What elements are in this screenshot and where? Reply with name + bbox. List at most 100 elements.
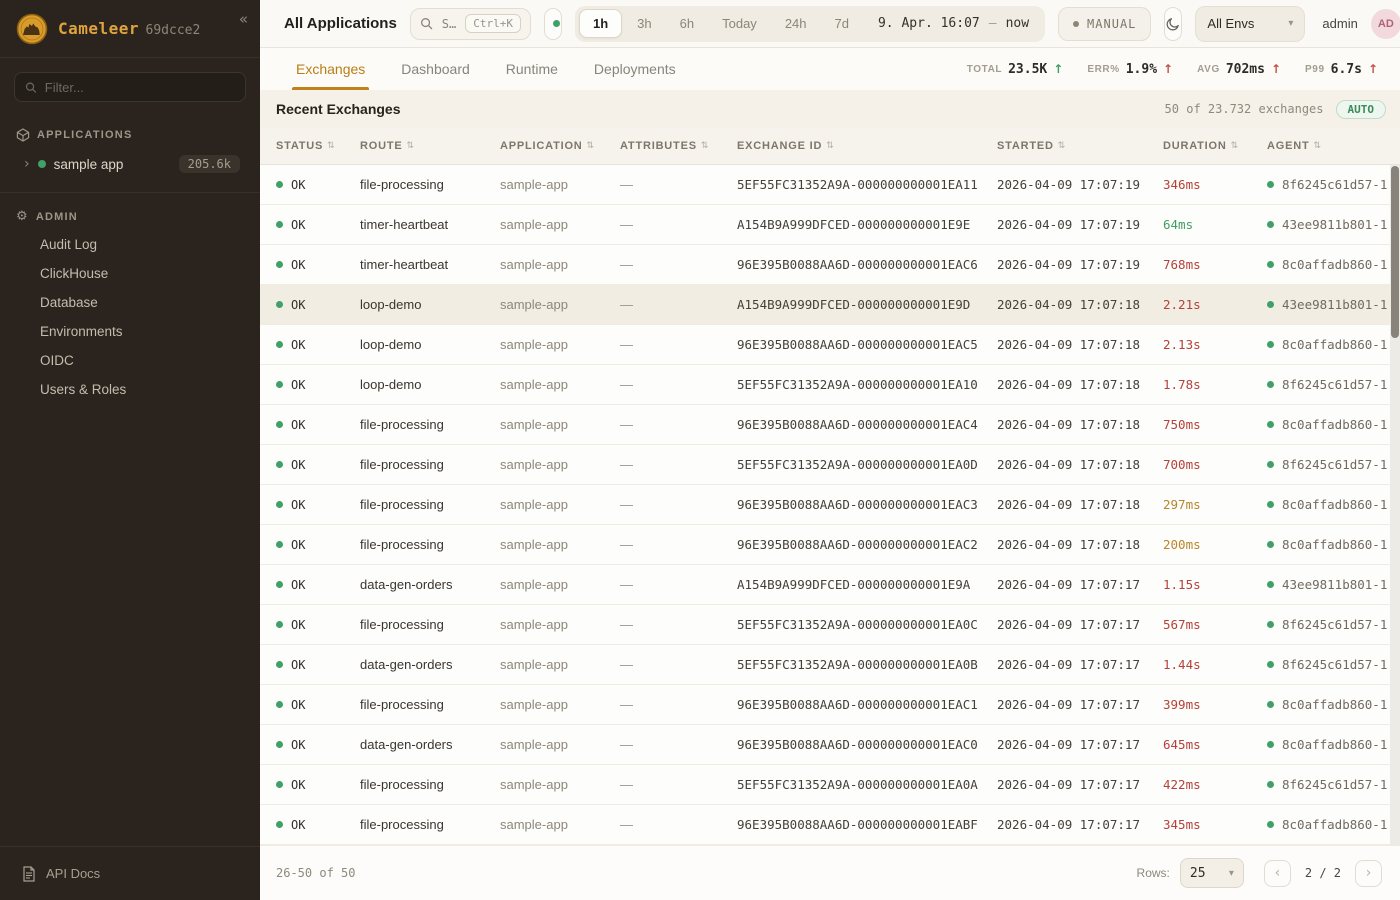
started-cell: 2026-04-09 17:07:17 [997,817,1163,832]
column-header[interactable]: AGENT ⇅ [1267,140,1400,152]
started-cell: 2026-04-09 17:07:17 [997,737,1163,752]
table-row[interactable]: OK file-processing sample-app — 96E395B0… [260,525,1400,565]
application-cell: sample-app [500,337,620,352]
table-row[interactable]: OK file-processing sample-app — 96E395B0… [260,405,1400,445]
agent-id: 8f6245c61d57-1 [1282,457,1387,472]
time-range-option[interactable]: 1h [579,9,622,38]
global-search-button[interactable]: S… Ctrl+K [410,8,531,40]
table-row[interactable]: OK timer-heartbeat sample-app — A154B9A9… [260,205,1400,245]
duration-cell: 1.44s [1163,657,1267,672]
tabs-row: Exchanges Dashboard Runtime Deployments … [260,48,1400,90]
tab[interactable]: Deployments [594,48,676,90]
attributes-cell: — [620,657,737,672]
table-row[interactable]: OK timer-heartbeat sample-app — 96E395B0… [260,245,1400,285]
theme-toggle-button[interactable] [1164,7,1182,41]
time-range-option[interactable]: 24h [772,10,820,37]
auto-refresh-badge[interactable]: AUTO [1336,100,1387,119]
column-header[interactable]: ATTRIBUTES ⇅ [620,140,737,152]
admin-item-label: Audit Log [40,237,97,252]
tab[interactable]: Runtime [506,48,558,90]
column-header[interactable]: EXCHANGE ID ⇅ [737,140,997,152]
sidebar-item-sample-app[interactable]: › sample app 205.6k [16,148,244,180]
table-row[interactable]: OK file-processing sample-app — 5EF55FC3… [260,765,1400,805]
application-cell: sample-app [500,217,620,232]
table-row[interactable]: OK file-processing sample-app — 5EF55FC3… [260,605,1400,645]
moon-icon [1165,16,1181,32]
time-range-option[interactable]: 3h [624,10,664,37]
live-status-button[interactable]: O [544,8,562,40]
sidebar-collapse-icon[interactable]: « [239,10,248,28]
sidebar-admin-item[interactable]: Users & Roles [16,375,244,404]
time-range-option[interactable]: Today [709,10,770,37]
sort-icon[interactable]: ⇅ [407,141,415,151]
table-row[interactable]: OK file-processing sample-app — 96E395B0… [260,805,1400,845]
env-select[interactable]: All Envs ▾ [1195,6,1305,42]
sort-icon[interactable]: ⇅ [327,141,335,151]
agent-cell: 8c0affadb860-1 [1267,737,1400,752]
manual-refresh-button[interactable]: MANUAL [1058,7,1151,41]
table-scrollbar-thumb[interactable] [1391,166,1399,338]
status-label: OK [291,698,305,712]
brand: Cameleer 69dcce2 [58,19,200,39]
exchange-id-cell: 96E395B0088AA6D-000000000001EAC2 [737,537,997,552]
sidebar-admin-item[interactable]: OIDC [16,346,244,375]
sort-icon[interactable]: ⇅ [1314,141,1322,151]
avatar[interactable]: AD [1371,9,1400,39]
sidebar: Cameleer 69dcce2 « APPLICATIONS › sam [0,0,260,900]
sort-icon[interactable]: ⇅ [826,141,834,151]
tab[interactable]: Exchanges [296,48,365,90]
application-cell: sample-app [500,817,620,832]
admin-section-label: ADMIN [36,211,78,223]
time-range-option[interactable]: 7d [822,10,862,37]
table-row[interactable]: OK data-gen-orders sample-app — 5EF55FC3… [260,645,1400,685]
sort-icon[interactable]: ⇅ [587,141,595,151]
rows-per-page-select[interactable]: 25 ▾ [1180,858,1244,888]
table-row[interactable]: OK data-gen-orders sample-app — A154B9A9… [260,565,1400,605]
column-header[interactable]: DURATION ⇅ [1163,140,1267,152]
table-row[interactable]: OK file-processing sample-app — 5EF55FC3… [260,445,1400,485]
table-scrollbar-track[interactable] [1390,165,1400,845]
trend-up-arrow-icon: ↑ [1368,62,1378,76]
tab[interactable]: Dashboard [401,48,470,90]
attributes-cell: — [620,497,737,512]
time-range-option[interactable]: 6h [667,10,707,37]
route-cell: loop-demo [360,297,500,312]
prev-page-button[interactable]: ‹ [1264,860,1291,887]
duration-cell: 297ms [1163,497,1267,512]
filter-input[interactable] [45,80,235,95]
table-row[interactable]: OK file-processing sample-app — 5EF55FC3… [260,165,1400,205]
sidebar-filter[interactable] [14,72,246,102]
table-row[interactable]: OK loop-demo sample-app — 5EF55FC31352A9… [260,365,1400,405]
column-header[interactable]: STARTED ⇅ [997,140,1163,152]
time-range-display[interactable]: 9. Apr. 16:07 — now [864,16,1041,31]
sidebar-admin-item[interactable]: Environments [16,317,244,346]
exchange-id-cell: A154B9A999DFCED-000000000001E9D [737,297,997,312]
status-cell: OK [276,618,360,632]
status-cell: OK [276,458,360,472]
column-header[interactable]: APPLICATION ⇅ [500,140,620,152]
sidebar-item-api-docs[interactable]: API Docs [0,846,260,900]
sort-icon[interactable]: ⇅ [1231,141,1239,151]
agent-id: 8f6245c61d57-1 [1282,777,1387,792]
sidebar-admin-item[interactable]: Database [16,288,244,317]
started-cell: 2026-04-09 17:07:18 [997,457,1163,472]
table-row[interactable]: OK loop-demo sample-app — A154B9A999DFCE… [260,285,1400,325]
next-page-button[interactable]: › [1355,860,1382,887]
status-ok-dot-icon [276,221,283,228]
sort-icon[interactable]: ⇅ [1058,141,1066,151]
duration-cell: 64ms [1163,217,1267,232]
column-header[interactable]: ROUTE ⇅ [360,140,500,152]
agent-dot-icon [1267,541,1274,548]
sort-icon[interactable]: ⇅ [701,141,709,151]
table-row[interactable]: OK data-gen-orders sample-app — 96E395B0… [260,725,1400,765]
time-range-control: 1h 3h 6h Today 24h 7d 9. Apr. 16:07 — no… [575,6,1045,42]
scope-title: All Applications [284,15,397,32]
sidebar-admin-item[interactable]: Audit Log [16,230,244,259]
column-header[interactable]: STATUS ⇅ [276,140,360,152]
table-row[interactable]: OK loop-demo sample-app — 96E395B0088AA6… [260,325,1400,365]
exchange-id-cell: 96E395B0088AA6D-000000000001EAC4 [737,417,997,432]
chevron-right-icon[interactable]: › [24,156,30,172]
table-row[interactable]: OK file-processing sample-app — 96E395B0… [260,485,1400,525]
sidebar-admin-item[interactable]: ClickHouse [16,259,244,288]
table-row[interactable]: OK file-processing sample-app — 96E395B0… [260,685,1400,725]
